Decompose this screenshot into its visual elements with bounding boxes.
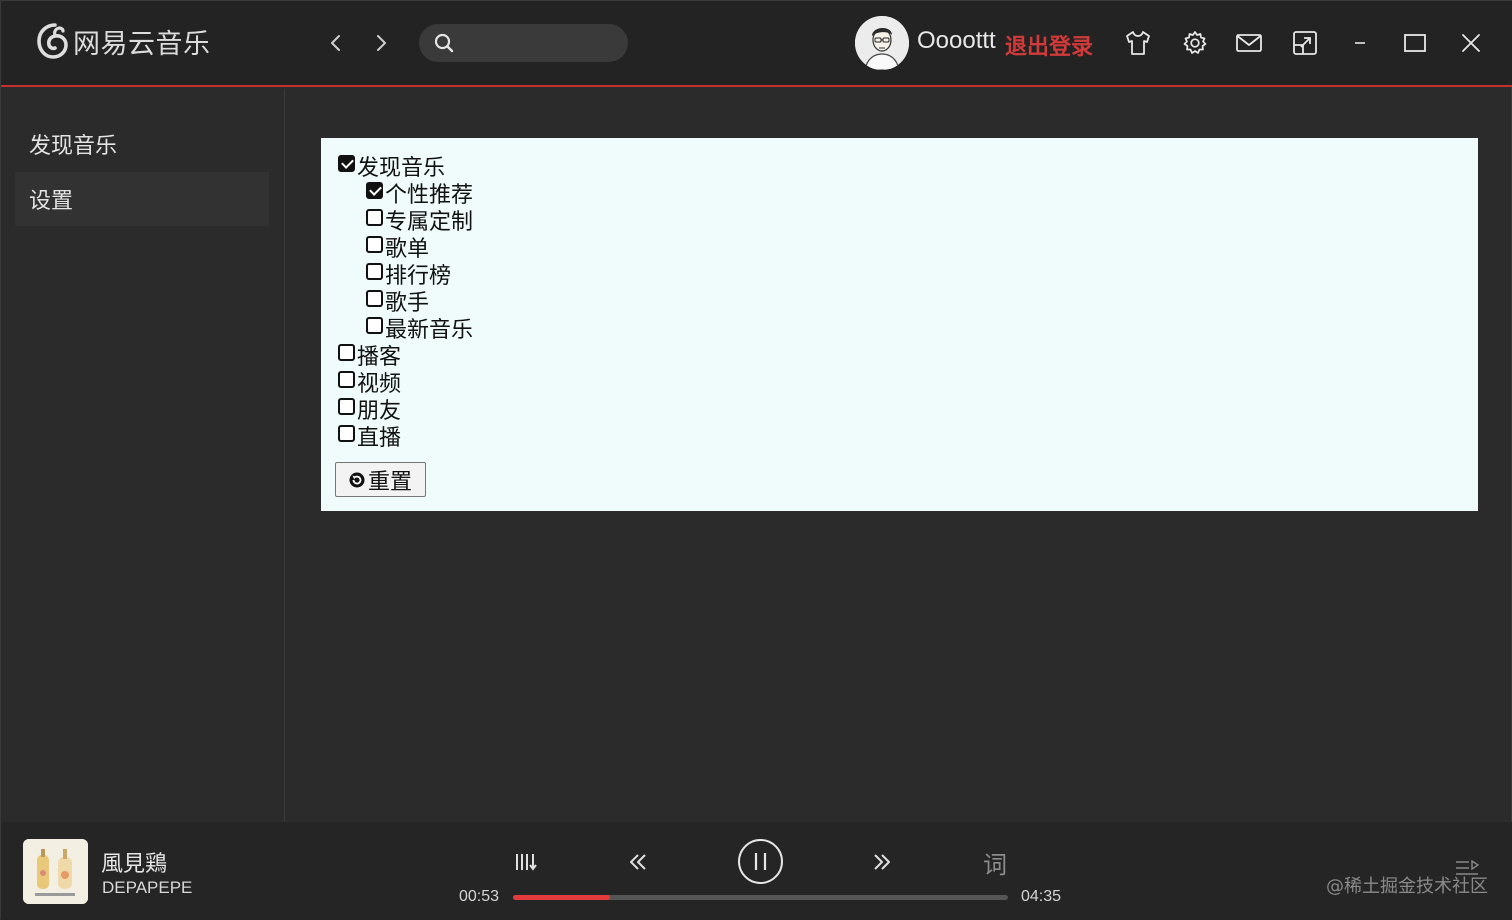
- progress-bar[interactable]: [513, 895, 1008, 900]
- checkbox-row-playlists: 歌单: [366, 234, 429, 262]
- album-cover-image: [23, 839, 88, 904]
- lyrics-button[interactable]: 词: [979, 846, 1011, 879]
- checkbox-row-video: 视频: [338, 369, 401, 397]
- song-title[interactable]: 風見鶏: [101, 846, 167, 878]
- next-button[interactable]: [867, 848, 897, 876]
- checkbox-row-new-music: 最新音乐: [366, 315, 473, 343]
- total-time: 04:35: [1021, 888, 1062, 905]
- personal-recommend-checkbox[interactable]: [366, 181, 383, 199]
- sidebar-item-label: 设置: [29, 189, 74, 214]
- progress-fill: [513, 895, 610, 900]
- mini-mode-button[interactable]: [1289, 27, 1321, 59]
- new-music-checkbox[interactable]: [366, 316, 383, 334]
- sidebar-item-settings[interactable]: 设置: [15, 172, 269, 226]
- close-icon: [1462, 34, 1480, 52]
- search-icon: [434, 33, 454, 53]
- maximize-icon: [1404, 34, 1426, 52]
- minimize-icon: [1355, 42, 1365, 44]
- discover-music-checkbox[interactable]: [338, 154, 355, 172]
- checkbox-row-friends: 朋友: [338, 396, 401, 424]
- playlist-icon[interactable]: [1453, 858, 1481, 880]
- avatar-image: [855, 16, 909, 70]
- netease-logo-icon: [37, 23, 68, 59]
- next-icon: [874, 854, 890, 870]
- checkbox-row-exclusive-custom: 专属定制: [366, 207, 473, 235]
- reset-label: 重置: [368, 469, 413, 495]
- reset-icon: [349, 472, 365, 487]
- player-bar: 風見鶏 DEPAPEPE 词 00:53 04:35 @稀土掘金技术社区: [1, 822, 1512, 920]
- checkbox-row-discover-music: 发现音乐: [338, 153, 445, 181]
- back-icon: [331, 35, 340, 51]
- album-cover[interactable]: [23, 839, 88, 904]
- skin-button[interactable]: [1122, 27, 1154, 59]
- podcast-checkbox[interactable]: [338, 343, 355, 361]
- equalizer-icon: [516, 854, 537, 871]
- sidebar: 发现音乐 设置: [1, 89, 285, 822]
- settings-gear-icon: [1183, 31, 1207, 54]
- settings-button[interactable]: [1179, 27, 1211, 59]
- checkbox-row-personal-recommend: 个性推荐: [366, 180, 473, 208]
- mini-mode-icon: [1293, 31, 1317, 55]
- previous-button[interactable]: [623, 848, 653, 876]
- equalizer-button[interactable]: [511, 848, 541, 876]
- settings-panel: 发现音乐 个性推荐 专属定制 歌单 排行榜 歌手 最新音乐 播客 视频 朋友 直…: [321, 138, 1478, 511]
- sidebar-item-label: 发现音乐: [29, 134, 118, 159]
- close-button[interactable]: [1455, 27, 1487, 59]
- minimize-button[interactable]: [1344, 27, 1376, 59]
- checkbox-row-artists: 歌手: [366, 288, 429, 316]
- current-time: 00:53: [459, 888, 500, 905]
- checkbox-row-live: 直播: [338, 423, 402, 451]
- search-input[interactable]: [463, 24, 613, 62]
- previous-icon: [630, 854, 646, 870]
- song-artist[interactable]: DEPAPEPE: [102, 878, 192, 898]
- forward-button[interactable]: [369, 30, 393, 56]
- friends-checkbox[interactable]: [338, 397, 355, 415]
- playlists-checkbox[interactable]: [366, 235, 383, 253]
- lyrics-label: 词: [983, 850, 1007, 879]
- forward-icon: [377, 35, 386, 51]
- mail-icon: [1236, 34, 1262, 52]
- app-name: 网易云音乐: [73, 28, 211, 60]
- charts-checkbox[interactable]: [366, 262, 383, 280]
- skin-shirt-icon: [1126, 31, 1150, 55]
- checkbox-label: 直播: [357, 426, 402, 451]
- avatar[interactable]: [855, 16, 909, 70]
- back-button[interactable]: [324, 30, 348, 56]
- title-bar: 网易云音乐 Oooottt 退出登录: [1, 1, 1512, 87]
- exclusive-custom-checkbox[interactable]: [366, 208, 383, 226]
- username[interactable]: Oooottt: [917, 27, 996, 55]
- sidebar-item-discover-music[interactable]: 发现音乐: [15, 117, 269, 171]
- video-checkbox[interactable]: [338, 370, 355, 388]
- play-pause-button[interactable]: [737, 838, 784, 885]
- artists-checkbox[interactable]: [366, 289, 383, 307]
- messages-button[interactable]: [1233, 27, 1265, 59]
- checkbox-row-charts: 排行榜: [366, 261, 451, 289]
- maximize-button[interactable]: [1399, 27, 1431, 59]
- reset-button[interactable]: 重置: [335, 462, 426, 497]
- app-window: 网易云音乐 Oooottt 退出登录 发现音乐 设置 发现音乐 个性推荐 专属定…: [0, 0, 1512, 920]
- pause-icon: [738, 839, 783, 884]
- search-box[interactable]: [419, 24, 628, 62]
- checkbox-row-podcast: 播客: [338, 342, 401, 370]
- logout-link[interactable]: 退出登录: [1005, 29, 1093, 61]
- live-checkbox[interactable]: [338, 424, 355, 442]
- app-logo[interactable]: 网易云音乐: [33, 21, 211, 61]
